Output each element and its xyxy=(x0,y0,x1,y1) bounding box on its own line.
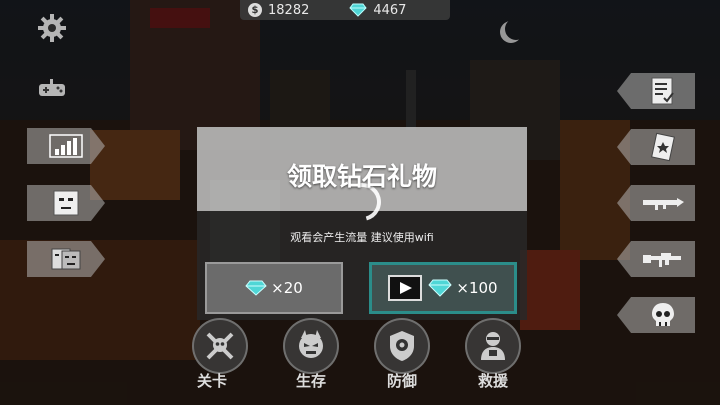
diamond-icon xyxy=(349,3,368,17)
face-icon xyxy=(53,190,79,216)
mode-defense-label: 防御 xyxy=(386,372,417,390)
dialog-note: 观看会产生流量 建议使用wifi xyxy=(290,231,434,244)
diamond-amount: 4467 xyxy=(373,2,407,18)
watch-video-diamonds-button[interactable]: ×100 xyxy=(369,262,517,314)
mode-survival-label: 生存 xyxy=(295,372,326,390)
skull-icon xyxy=(652,303,674,326)
character-button[interactable] xyxy=(27,185,105,221)
currency-bar: $ 18282 4467 xyxy=(240,0,450,20)
mode-defense-button[interactable] xyxy=(374,318,430,374)
settings-button[interactable] xyxy=(37,13,67,47)
rifle-icon xyxy=(643,253,681,267)
free-diamond-amount: ×20 xyxy=(271,279,303,297)
controller-button[interactable] xyxy=(38,78,66,102)
coin-amount: 18282 xyxy=(268,2,310,18)
mode-rescue-label: 救援 xyxy=(477,372,508,390)
diamond-icon xyxy=(428,279,453,297)
stats-button[interactable] xyxy=(27,128,105,164)
claim-free-diamonds-button[interactable]: ×20 xyxy=(205,262,343,314)
mode-survival-button[interactable] xyxy=(283,318,339,374)
masks-icon xyxy=(51,248,81,270)
cards-button[interactable] xyxy=(617,129,695,165)
card-icon xyxy=(651,132,675,162)
stats-bars-icon xyxy=(49,134,83,158)
video-icon xyxy=(388,275,423,301)
diamond-counter: 4467 xyxy=(349,3,406,18)
demon-face-icon xyxy=(299,330,323,358)
zombie-button[interactable] xyxy=(617,297,695,333)
costume-button[interactable] xyxy=(27,241,105,277)
mode-rescue-button[interactable] xyxy=(465,318,521,374)
dialog-title: 领取钻石礼物 xyxy=(286,162,437,191)
gear-icon xyxy=(38,14,66,42)
rocket-launcher-icon xyxy=(643,198,684,210)
coin-counter: $ 18282 xyxy=(240,3,309,18)
survivor-icon xyxy=(481,332,505,360)
diamond-gift-dialog: 领取钻石礼物 观看会产生流量 建议使用wifi ×20 ×100 xyxy=(197,127,527,320)
shield-eye-icon xyxy=(390,331,414,361)
launcher-weapon-button[interactable] xyxy=(617,185,695,221)
rifle-weapon-button[interactable] xyxy=(617,241,695,277)
checklist-icon xyxy=(651,77,674,105)
mode-levels-label: 关卡 xyxy=(196,372,227,390)
video-diamond-amount: ×100 xyxy=(456,279,498,297)
coin-icon: $ xyxy=(248,3,262,17)
gamepad-icon xyxy=(39,79,65,96)
crossed-axes-skull-icon xyxy=(206,332,234,360)
mode-levels-button[interactable] xyxy=(192,318,248,374)
diamond-icon xyxy=(245,280,267,296)
tasks-button[interactable] xyxy=(617,73,695,109)
